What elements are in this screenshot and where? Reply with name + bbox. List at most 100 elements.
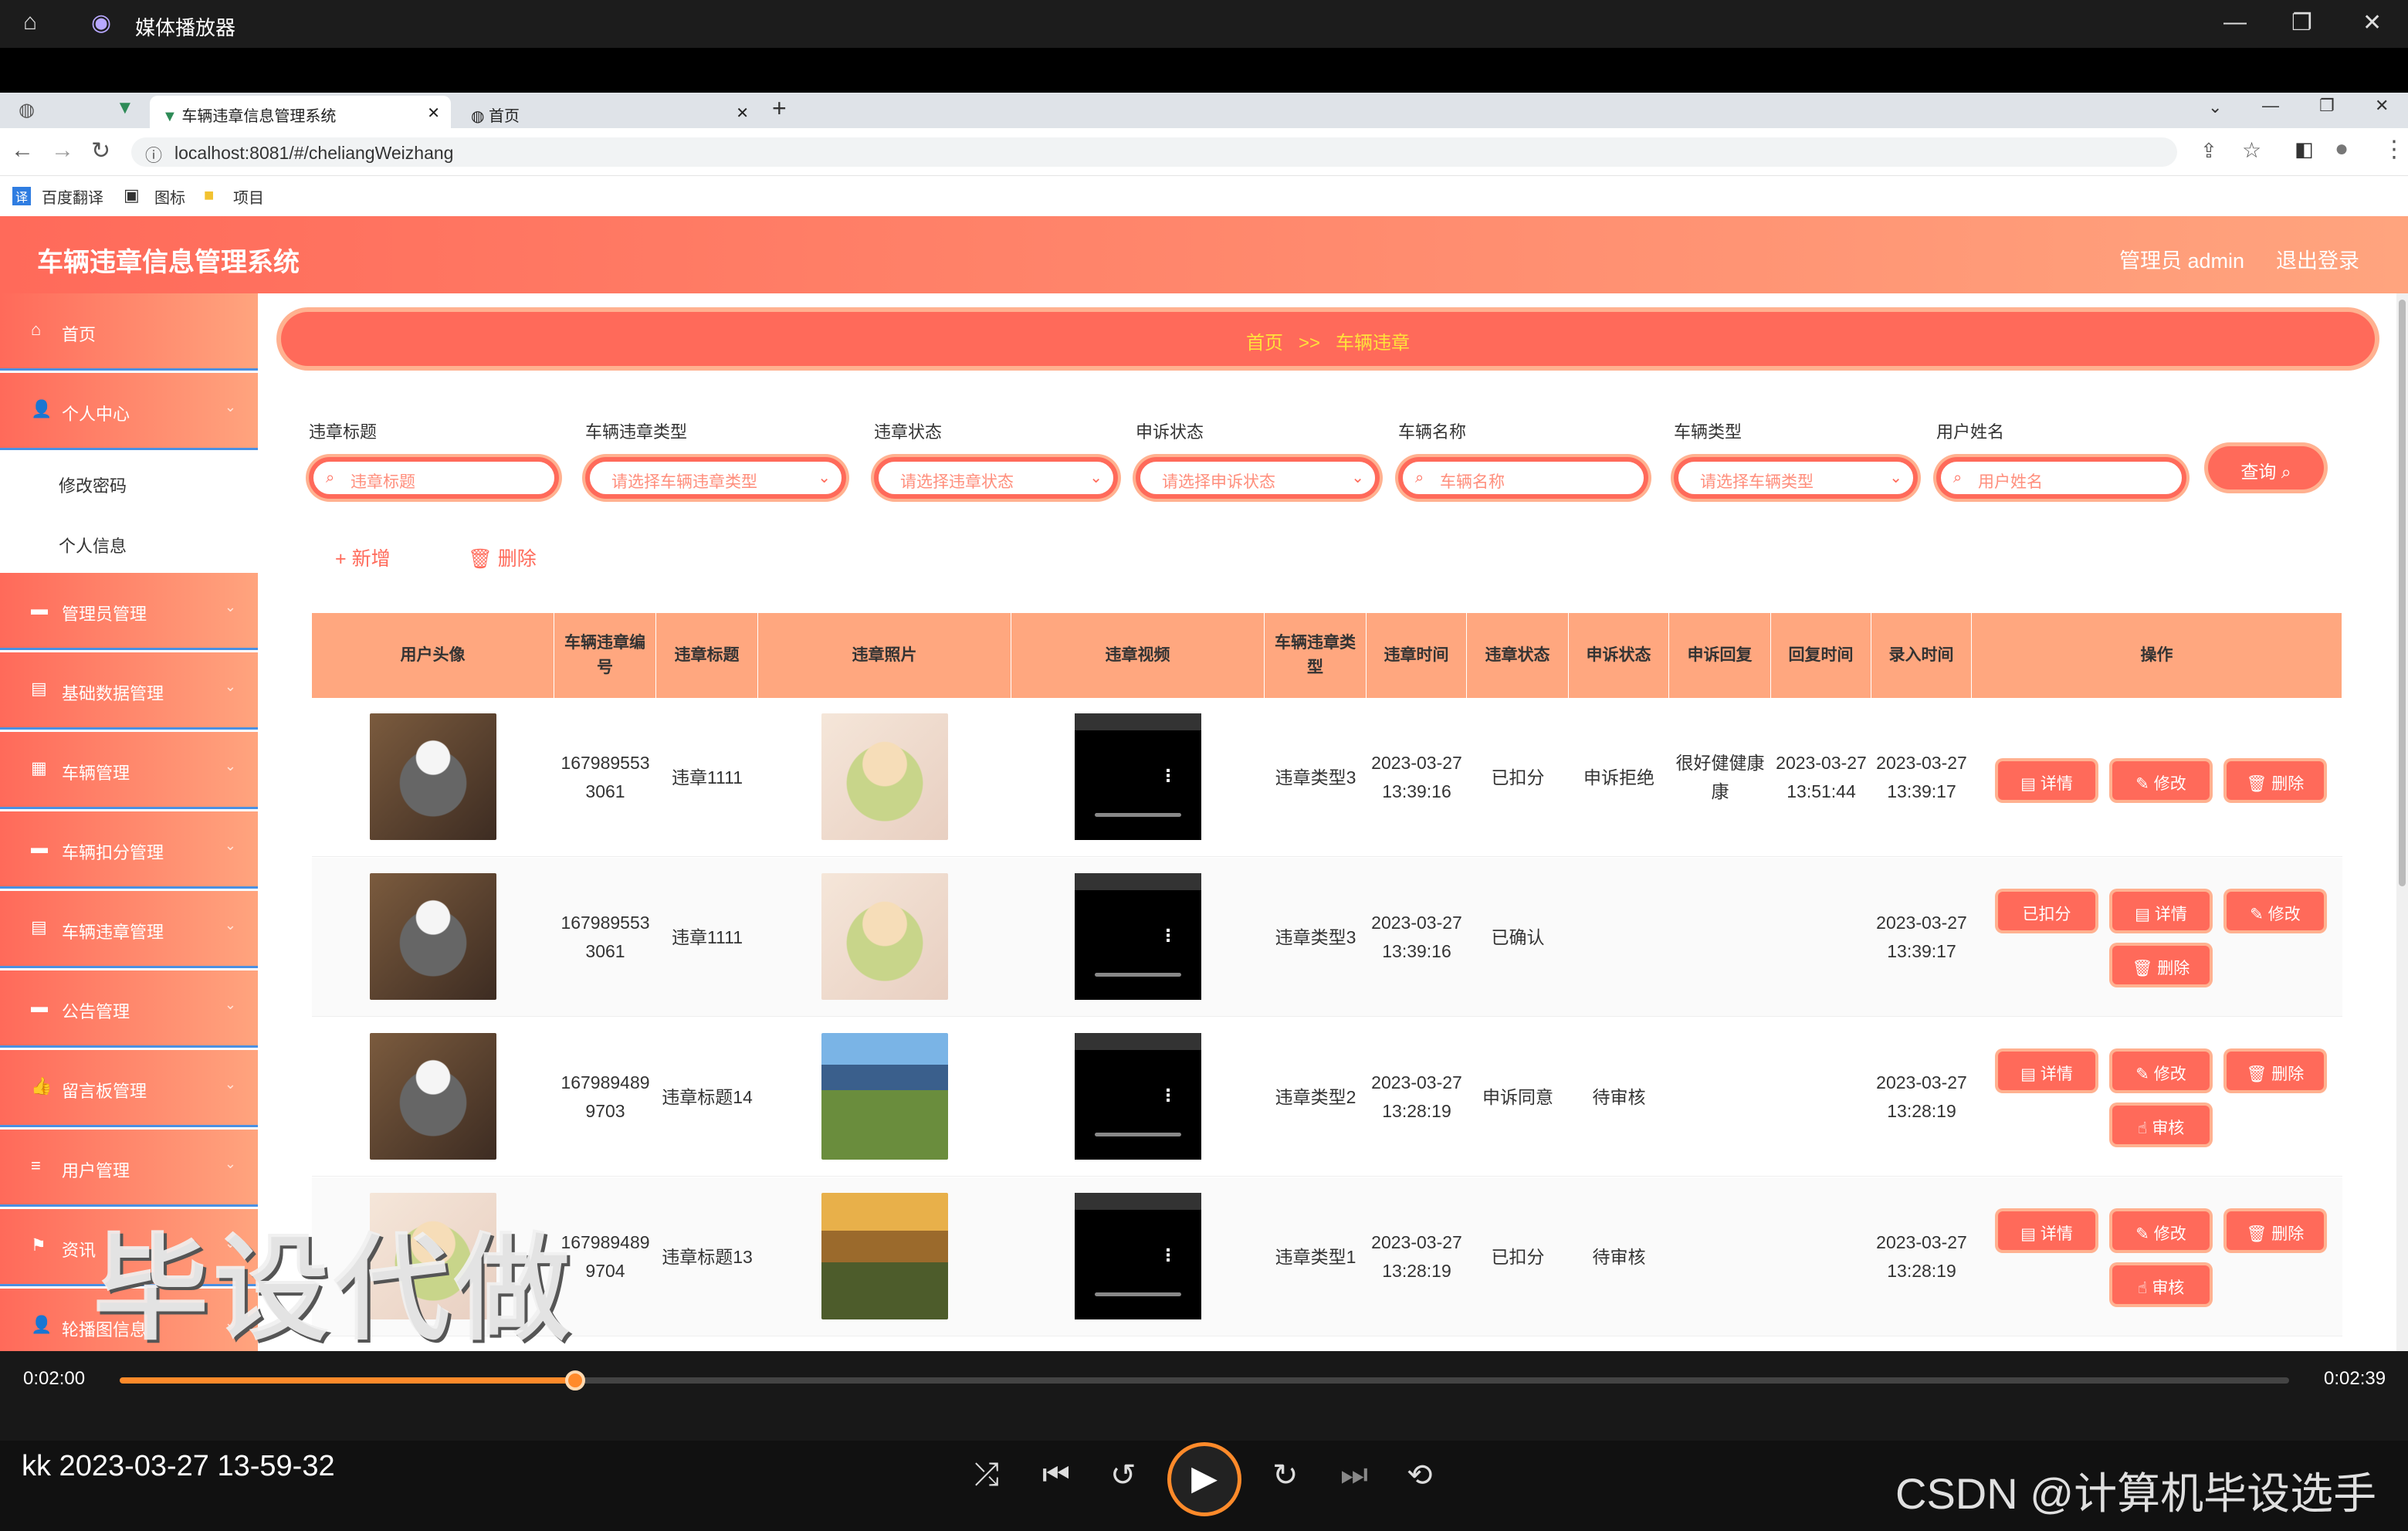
star-icon[interactable]: ☆ — [2242, 137, 2261, 163]
op-label: 删除 — [2271, 1065, 2305, 1083]
violation-photo[interactable] — [821, 1193, 948, 1319]
table-row: 1679894899655违章标题12违章类型32023-03-27 13:28… — [312, 1337, 2342, 1351]
video-progress[interactable] — [1095, 813, 1181, 817]
sidebar-item[interactable]: 👍 留言板管理 ⌄ — [0, 1050, 258, 1127]
rewind-10-icon[interactable]: ↺ — [1110, 1458, 1136, 1493]
sidebar-subitem[interactable]: 个人信息 — [0, 513, 258, 571]
chevron-down-icon[interactable]: ⌄ — [2208, 97, 2222, 117]
search-input[interactable]: ⌕ 车辆名称 — [1398, 457, 1648, 499]
op-icon: 🗑 — [2246, 1065, 2267, 1083]
violation-video[interactable]: ⋮ — [1075, 1193, 1201, 1319]
next-icon[interactable]: ⏭ — [1340, 1458, 1368, 1492]
bookmark-item[interactable]: 百度翻译 — [42, 185, 103, 208]
query-button[interactable]: 查询 ⌕ — [2208, 446, 2324, 489]
op-button[interactable]: ✎ 修改 — [2227, 892, 2324, 930]
video-progress[interactable] — [1095, 1133, 1181, 1136]
scrollbar-thumb[interactable] — [2399, 300, 2406, 886]
bookmark-item[interactable]: 图标 — [154, 185, 185, 208]
op-button[interactable]: 已扣分 — [1998, 892, 2095, 930]
op-button[interactable]: ☝ 审核 — [2112, 1265, 2210, 1304]
sidebar-item[interactable]: ⌂ 首页 — [0, 293, 258, 371]
restore-icon[interactable]: ❐ — [2291, 9, 2312, 36]
seek-handle[interactable] — [565, 1370, 586, 1390]
op-button[interactable]: ☝ 审核 — [2112, 1106, 2210, 1144]
search-select[interactable]: ⌄ 请选择申诉状态 — [1136, 457, 1380, 499]
sidebar-item[interactable]: ▤ 车辆违章管理 ⌄ — [0, 891, 258, 968]
shuffle-icon[interactable]: ⤮ — [974, 1458, 999, 1492]
forward-30-icon[interactable]: ↻ — [1272, 1458, 1299, 1493]
search-select[interactable]: ⌄ 请选择车辆类型 — [1674, 457, 1918, 499]
play-button[interactable]: ▶ — [1167, 1442, 1241, 1516]
op-button[interactable]: 🗑 删除 — [2227, 761, 2324, 800]
player-seekbar: 0:02:00 0:02:39 — [0, 1351, 2408, 1441]
breadcrumb-home[interactable]: 首页 — [1246, 333, 1283, 354]
violation-video[interactable]: ⋮ — [1075, 1033, 1201, 1160]
menu-icon[interactable]: ⋮ — [2383, 136, 2406, 163]
repeat-icon[interactable]: ⟲ — [1407, 1458, 1433, 1493]
chevron-down-icon: ⌄ — [224, 399, 236, 415]
page-scrollbar[interactable] — [2396, 293, 2408, 1351]
url-input[interactable]: ⓘ localhost:8081/#/cheliangWeizhang — [131, 137, 2177, 167]
op-button[interactable]: ▤ 详情 — [1998, 1052, 2095, 1090]
violation-video[interactable]: ⋮ — [1075, 713, 1201, 840]
search-select[interactable]: ⌄ 请选择违章状态 — [874, 457, 1118, 499]
op-button[interactable]: 🗑 删除 — [2227, 1211, 2324, 1250]
sidebar-item[interactable]: 👤 个人中心 ⌄ — [0, 373, 258, 450]
violation-photo[interactable] — [821, 1033, 948, 1160]
new-tab-icon[interactable]: + — [772, 94, 787, 123]
more-icon[interactable]: ⋮ — [1160, 926, 1177, 946]
close-icon[interactable]: ✕ — [2362, 9, 2382, 36]
sidebar-item-label: 首页 — [62, 325, 97, 344]
op-button[interactable]: ✎ 修改 — [2112, 1211, 2210, 1250]
sidebar-subitem[interactable]: 修改密码 — [0, 452, 258, 511]
sidepanel-icon[interactable]: ◧ — [2295, 137, 2314, 161]
forward-icon[interactable]: → — [51, 137, 74, 164]
minimize-icon[interactable]: — — [2262, 96, 2279, 116]
sidebar-item[interactable]: ▬ 管理员管理 ⌄ — [0, 573, 258, 650]
logout-link[interactable]: 退出登录 — [2276, 244, 2359, 274]
search-select[interactable]: ⌄ 请选择车辆违章类型 — [585, 457, 846, 499]
previous-icon[interactable]: ⏮ — [1042, 1458, 1070, 1492]
sidebar-item[interactable]: ▦ 车辆管理 ⌄ — [0, 732, 258, 809]
tab-app[interactable]: ▼ 车辆违章信息管理系统 ✕ — [150, 96, 451, 128]
violation-photo[interactable] — [821, 873, 948, 1000]
video-progress[interactable] — [1095, 973, 1181, 977]
op-button[interactable]: ✎ 修改 — [2112, 761, 2210, 800]
sidebar-item[interactable]: ▤ 基础数据管理 ⌄ — [0, 652, 258, 730]
cell-type: 违章类型1 — [1275, 1246, 1356, 1267]
op-button[interactable]: 🗑 删除 — [2112, 946, 2210, 984]
sidebar-item[interactable]: ▬ 公告管理 ⌄ — [0, 970, 258, 1048]
profile-icon[interactable]: ● — [2335, 136, 2349, 162]
sidebar-item[interactable]: ▬ 车辆扣分管理 ⌄ — [0, 811, 258, 889]
share-icon[interactable]: ⇪ — [2200, 139, 2217, 163]
more-icon[interactable]: ⋮ — [1160, 1245, 1177, 1265]
close-tab-icon[interactable]: ✕ — [736, 103, 749, 123]
more-icon[interactable]: ⋮ — [1160, 766, 1177, 786]
minimize-icon[interactable]: — — [2223, 9, 2247, 36]
close-icon[interactable]: ✕ — [2375, 96, 2389, 116]
op-button[interactable]: ✎ 修改 — [2112, 1052, 2210, 1090]
violation-photo[interactable] — [821, 713, 948, 840]
back-icon[interactable]: ← — [11, 137, 34, 164]
home-icon[interactable]: ⌂ — [23, 9, 37, 36]
search-input[interactable]: ⌕ 用户姓名 — [1936, 457, 2186, 499]
op-button[interactable]: ▤ 详情 — [1998, 1211, 2095, 1250]
op-button[interactable]: ▤ 详情 — [2112, 892, 2210, 930]
bookmark-item[interactable]: 项目 — [233, 185, 264, 208]
seek-track[interactable] — [120, 1370, 2289, 1390]
search-label: 车辆违章类型 — [585, 422, 688, 442]
vue-icon[interactable]: ▼ — [116, 97, 134, 119]
search-input[interactable]: ⌕ 违章标题 — [309, 457, 559, 499]
delete-button[interactable]: 🗑 删除 — [468, 544, 537, 571]
video-progress[interactable] — [1095, 1292, 1181, 1296]
op-button[interactable]: 🗑 删除 — [2227, 1052, 2324, 1090]
add-button[interactable]: + 新增 — [335, 544, 391, 571]
globe-icon[interactable]: ◍ — [19, 99, 35, 121]
close-tab-icon[interactable]: ✕ — [427, 103, 440, 123]
more-icon[interactable]: ⋮ — [1160, 1086, 1177, 1106]
restore-icon[interactable]: ❐ — [2319, 96, 2335, 116]
reload-icon[interactable]: ↻ — [91, 137, 110, 164]
op-button[interactable]: ▤ 详情 — [1998, 761, 2095, 800]
violation-video[interactable]: ⋮ — [1075, 873, 1201, 1000]
tab-home[interactable]: ◍ 首页 ✕ — [459, 96, 760, 128]
